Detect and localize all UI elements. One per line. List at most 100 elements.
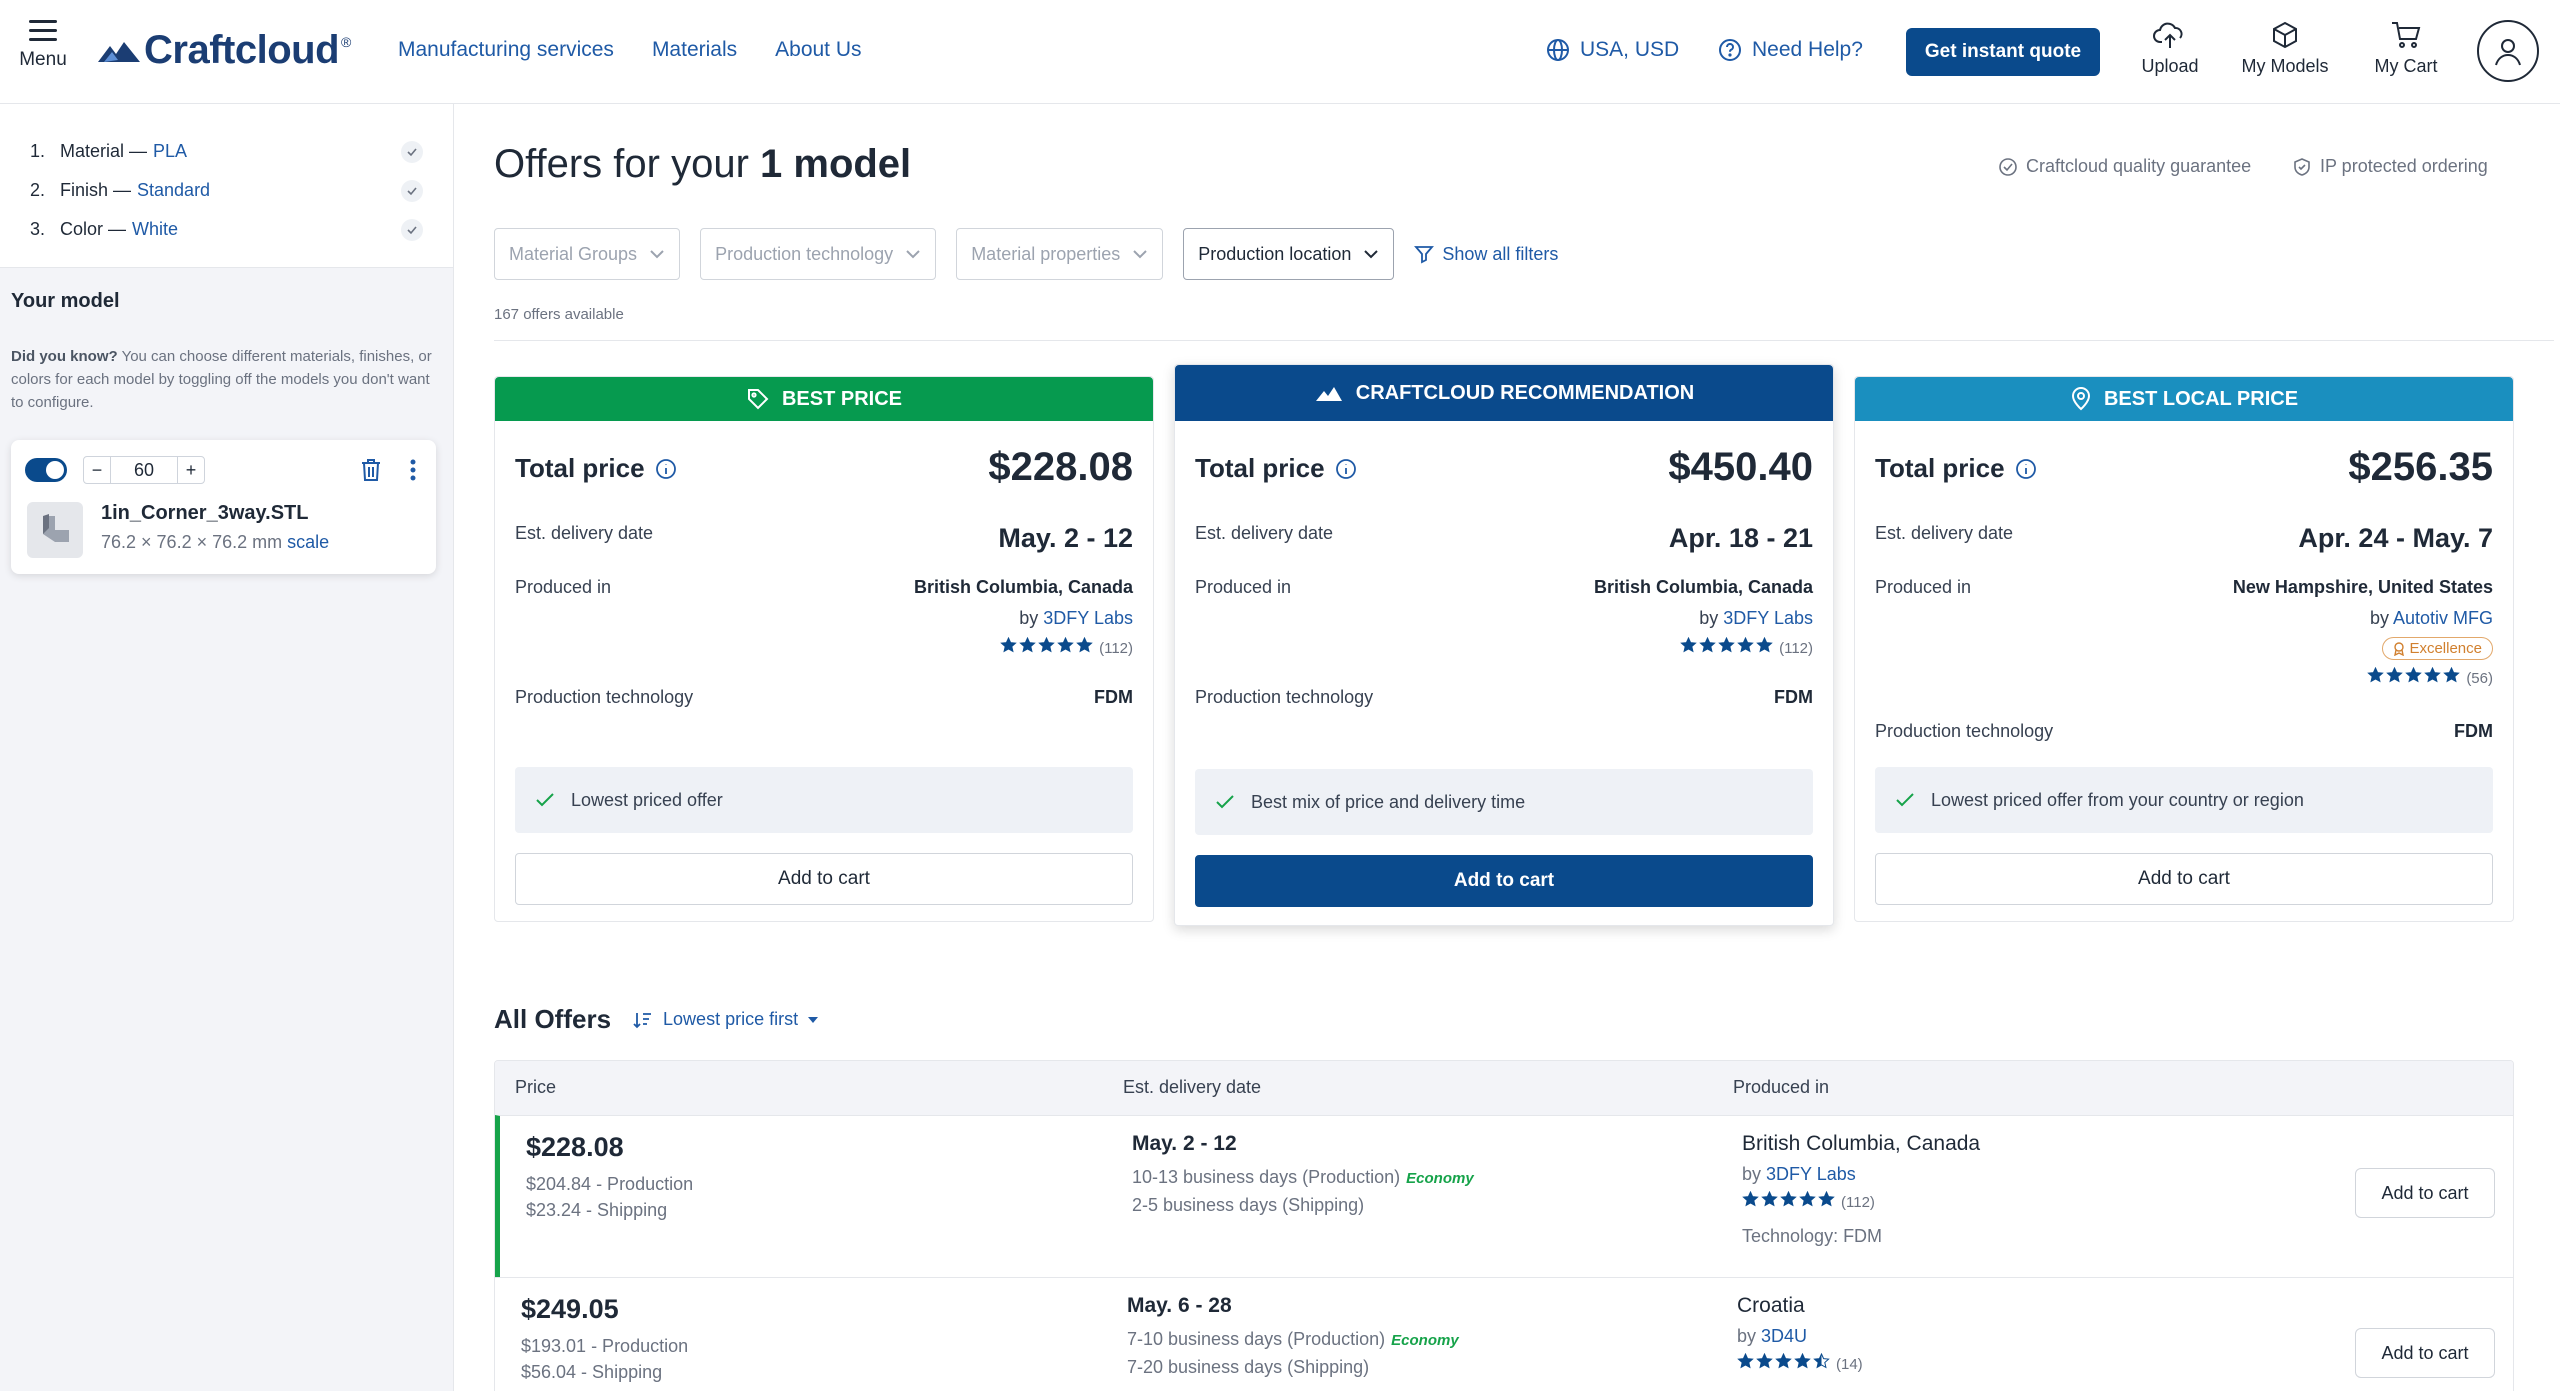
filter-label: Material properties (971, 243, 1121, 264)
col-produced: Produced in (1733, 1077, 1830, 1097)
info-icon[interactable] (1335, 458, 1357, 480)
total-label-text: Total price (515, 453, 645, 483)
vendor-link[interactable]: 3DFY Labs (1723, 608, 1813, 628)
star-icon (1057, 637, 1074, 653)
cube-icon (2273, 21, 2297, 49)
info-icon[interactable] (655, 458, 677, 480)
add-to-cart-button[interactable]: Add to cart (2355, 1168, 2495, 1218)
delivery-date: Apr. 24 - May. 7 (2298, 523, 2493, 553)
filter-icon (1414, 246, 1435, 264)
step-material[interactable]: 1. Material — PLA (30, 132, 423, 171)
guarantee-label: Craftcloud quality guarantee (2026, 156, 2252, 176)
delivery-breakdown: 7-10 business days (Production) Economy 7… (1127, 1326, 1459, 1380)
get-instant-quote-button[interactable]: Get instant quote (1906, 28, 2100, 76)
config-steps: 1. Material — PLA 2. Finish — Standard 3… (0, 104, 453, 268)
decrement-button[interactable]: − (84, 457, 110, 483)
step-value: PLA (153, 141, 188, 161)
region-selector[interactable]: USA, USD (1546, 38, 1679, 62)
vendor-link[interactable]: 3D4U (1761, 1326, 1807, 1346)
vendor-line: by 3DFY Labs (914, 608, 1133, 629)
account-avatar[interactable] (2477, 20, 2539, 82)
all-offers-title: All Offers (494, 1004, 612, 1034)
info-icon[interactable] (2015, 458, 2037, 480)
filter-production-location[interactable]: Production location (1183, 228, 1395, 280)
vendor-link[interactable]: 3DFY Labs (1043, 608, 1133, 628)
ip-label: IP protected ordering (2320, 156, 2488, 176)
increment-button[interactable]: + (178, 457, 204, 483)
tech-value: FDM (2454, 721, 2493, 741)
nav-materials[interactable]: Materials (652, 38, 737, 62)
add-to-cart-button[interactable]: Add to cart (2355, 1328, 2495, 1378)
filter-material-properties[interactable]: Material properties (956, 228, 1164, 280)
row-location: Croatia (1737, 1294, 1805, 1317)
filter-production-technology[interactable]: Production technology (700, 228, 937, 280)
craftcloud-logo[interactable]: Craftcloud ® (94, 28, 351, 73)
production-days: 10-13 business days (Production) (1132, 1167, 1401, 1187)
star-icon (1699, 637, 1716, 653)
show-all-filters-link[interactable]: Show all filters (1414, 228, 1558, 280)
add-to-cart-button[interactable]: Add to cart (1875, 853, 2493, 905)
offer-note: Best mix of price and delivery time (1195, 769, 1813, 835)
star-icon (1818, 1191, 1835, 1207)
nav-about-us[interactable]: About Us (775, 38, 861, 62)
step-value: Standard (137, 180, 211, 200)
step-finish[interactable]: 2. Finish — Standard (30, 171, 423, 210)
my-models-button[interactable]: My Models (2234, 20, 2336, 77)
shipping-cost: $23.24 - Shipping (526, 1200, 668, 1220)
row-date: May. 6 - 28 (1127, 1294, 1232, 1317)
step-label: Material — (60, 141, 148, 161)
total-price-label: Total price (1195, 453, 1357, 484)
model-toggle[interactable] (25, 458, 67, 482)
produced-label: Produced in (515, 577, 612, 597)
vendor-link[interactable]: 3DFY Labs (1766, 1164, 1856, 1184)
delivery-date: May. 2 - 12 (998, 523, 1133, 553)
total-price-label: Total price (1875, 453, 2037, 484)
filter-material-groups[interactable]: Material Groups (494, 228, 681, 280)
all-offers-heading: All Offers Lowest price first (494, 1004, 819, 1035)
vendor-link[interactable]: Autotiv MFG (2393, 608, 2493, 628)
menu-button[interactable]: Menu (16, 20, 70, 71)
more-options-icon[interactable] (409, 458, 417, 487)
star-icon (1780, 1191, 1797, 1207)
offer-note: Lowest priced offer (515, 767, 1133, 833)
add-to-cart-button[interactable]: Add to cart (515, 853, 1133, 905)
sort-dropdown[interactable]: Lowest price first (633, 1009, 819, 1030)
check-icon (1216, 795, 1234, 809)
need-help-link[interactable]: Need Help? (1718, 38, 1863, 62)
quantity-value[interactable]: 60 (110, 457, 178, 483)
filter-label: Material Groups (509, 243, 638, 264)
card-header: CRAFTCLOUD RECOMMENDATION (1175, 365, 1833, 421)
chevron-down-icon (906, 250, 920, 259)
star-icon (1019, 637, 1036, 653)
user-icon (2495, 39, 2521, 66)
card-header-label: BEST PRICE (781, 387, 903, 410)
my-cart-button[interactable]: My Cart (2366, 20, 2446, 77)
step-color[interactable]: 3. Color — White (30, 210, 423, 249)
divider (494, 340, 2554, 341)
note-text: Lowest priced offer from your country or… (1931, 789, 2304, 810)
scale-link[interactable]: scale (287, 532, 329, 552)
price-cell: $228.08 $204.84 - Production $23.24 - Sh… (526, 1132, 693, 1223)
step-number: 3. (30, 219, 46, 239)
nav-manufacturing-services[interactable]: Manufacturing services (398, 38, 614, 62)
quality-guarantee: Craftcloud quality guarantee (1998, 156, 2251, 177)
star-icon (1038, 637, 1055, 653)
trash-icon[interactable] (360, 458, 382, 487)
upload-label: Upload (2141, 56, 2199, 76)
star-icon (1737, 1353, 1754, 1369)
star-icon (1737, 637, 1754, 653)
add-to-cart-button[interactable]: Add to cart (1195, 855, 1813, 907)
filter-bar: Material Groups Production technology Ma… (494, 228, 1558, 280)
row-location: British Columbia, Canada (1742, 1132, 1981, 1155)
production-days: 7-10 business days (Production) (1127, 1329, 1386, 1349)
rating: (112) (1742, 1191, 1980, 1212)
star-icon (1761, 1191, 1778, 1207)
vendor-line: by Autotiv MFG (2233, 608, 2493, 629)
rating-stars (1742, 1191, 1835, 1207)
upload-button[interactable]: Upload (2136, 20, 2204, 77)
step-number: 2. (30, 180, 46, 200)
location-pin-icon (2071, 387, 2090, 411)
review-count: (14) (1836, 1356, 1863, 1373)
rating: (112) (914, 637, 1133, 658)
tech-value: FDM (1774, 687, 1813, 707)
